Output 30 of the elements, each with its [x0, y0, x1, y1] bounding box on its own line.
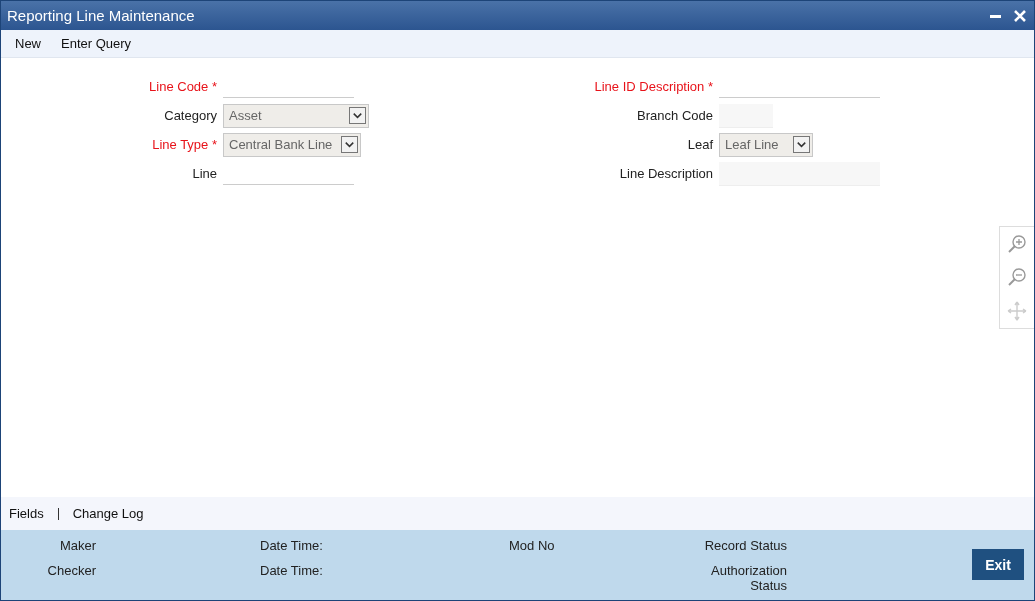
- field-label: Line ID Description *: [593, 79, 713, 94]
- field-label: Branch Code: [636, 108, 713, 123]
- dropdown[interactable]: Central Bank Line: [223, 132, 361, 157]
- field-label: Line Code *: [148, 79, 217, 94]
- field-label: Line: [191, 166, 217, 181]
- field-label: Category: [163, 108, 217, 123]
- audit-label: Record Status: [704, 538, 787, 553]
- toolbar-button[interactable]: Enter Query: [61, 36, 132, 51]
- toolbar-button[interactable]: New: [15, 36, 41, 51]
- window-title: Reporting Line Maintenance: [7, 7, 195, 24]
- zoom-in-icon[interactable]: [1006, 232, 1028, 255]
- dropdown[interactable]: Asset: [223, 103, 369, 128]
- close-icon[interactable]: [1012, 7, 1028, 24]
- field-label: Line Type *: [151, 137, 217, 152]
- move-icon[interactable]: [1006, 300, 1028, 323]
- audit-label: Date Time:: [260, 563, 324, 578]
- footer-link[interactable]: Change Log: [72, 506, 144, 521]
- field-label: Leaf: [686, 137, 713, 152]
- audit-label: Date Time:: [260, 538, 324, 553]
- caret-icon: [793, 136, 810, 153]
- audit-label: Mod No: [509, 538, 555, 553]
- field-label: Line Description: [618, 166, 713, 181]
- caret-icon: [341, 136, 358, 153]
- caret-icon: [349, 107, 366, 124]
- footer-link[interactable]: Fields: [9, 506, 44, 521]
- audit-label: Maker: [58, 538, 96, 553]
- dropdown[interactable]: Leaf Line: [719, 132, 813, 157]
- audit-label: Authorization Status: [710, 563, 787, 593]
- audit-label: Checker: [46, 563, 96, 578]
- exit-button[interactable]: Exit: [972, 549, 1024, 580]
